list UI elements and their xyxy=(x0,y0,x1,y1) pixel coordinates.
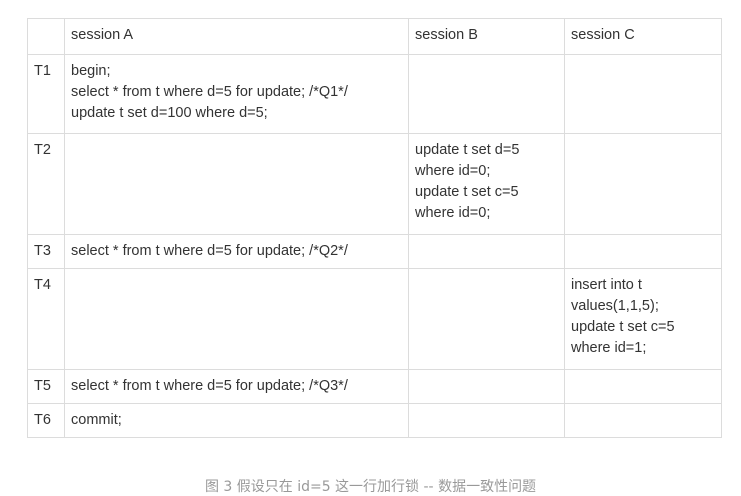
session-c-cell xyxy=(564,234,722,269)
table-row: T4 insert into t values(1,1,5); update t… xyxy=(27,268,722,370)
session-timeline-table-container: session A session B session C T1 begin; … xyxy=(27,18,722,438)
sql-line: select * from t where d=5 for update; /*… xyxy=(71,378,348,394)
sql-line: values(1,1,5); xyxy=(571,298,659,314)
session-b-cell: update t set d=5 where id=0; update t se… xyxy=(408,133,565,235)
header-time xyxy=(27,18,65,55)
sql-line: update t set c=5 xyxy=(571,319,675,335)
table-header-row: session A session B session C xyxy=(27,18,722,55)
session-b-cell xyxy=(408,268,565,370)
session-b-cell xyxy=(408,369,565,404)
session-c-cell xyxy=(564,403,722,438)
session-a-cell xyxy=(64,133,409,235)
time-cell: T6 xyxy=(27,403,65,438)
session-a-cell: select * from t where d=5 for update; /*… xyxy=(64,369,409,404)
sql-line: select * from t where d=5 for update; /*… xyxy=(71,84,348,100)
session-a-cell: begin; select * from t where d=5 for upd… xyxy=(64,54,409,134)
sql-line: where id=1; xyxy=(571,340,647,356)
session-a-cell: commit; xyxy=(64,403,409,438)
table-row: T6 commit; xyxy=(27,403,722,438)
figure-caption: 图 3 假设只在 id=5 这一行加行锁 -- 数据一致性问题 xyxy=(204,479,537,495)
session-a-cell: select * from t where d=5 for update; /*… xyxy=(64,234,409,269)
sql-line: where id=0; xyxy=(415,163,491,179)
sql-line: commit; xyxy=(71,412,122,428)
table-row: T3 select * from t where d=5 for update;… xyxy=(27,234,722,269)
session-c-cell xyxy=(564,54,722,134)
sql-line: insert into t xyxy=(571,277,642,293)
session-b-cell xyxy=(408,234,565,269)
sql-line: update t set c=5 xyxy=(415,184,519,200)
table-row: T2 update t set d=5 where id=0; update t… xyxy=(27,133,722,235)
sql-line: begin; xyxy=(71,63,111,79)
time-cell: T4 xyxy=(27,268,65,370)
sql-line: where id=0; xyxy=(415,205,491,221)
header-session-b: session B xyxy=(408,18,565,55)
table-row: T5 select * from t where d=5 for update;… xyxy=(27,369,722,404)
sql-line: update t set d=5 xyxy=(415,142,520,158)
time-cell: T2 xyxy=(27,133,65,235)
time-cell: T3 xyxy=(27,234,65,269)
header-session-c: session C xyxy=(564,18,722,55)
sql-line: update t set d=100 where d=5; xyxy=(71,105,268,121)
session-b-cell xyxy=(408,403,565,438)
time-cell: T1 xyxy=(27,54,65,134)
session-timeline-table: session A session B session C T1 begin; … xyxy=(27,18,722,438)
session-c-cell xyxy=(564,133,722,235)
table-row: T1 begin; select * from t where d=5 for … xyxy=(27,54,722,134)
sql-line: select * from t where d=5 for update; /*… xyxy=(71,243,348,259)
header-session-a: session A xyxy=(64,18,409,55)
session-a-cell xyxy=(64,268,409,370)
session-c-cell: insert into t values(1,1,5); update t se… xyxy=(564,268,722,370)
session-b-cell xyxy=(408,54,565,134)
session-c-cell xyxy=(564,369,722,404)
time-cell: T5 xyxy=(27,369,65,404)
